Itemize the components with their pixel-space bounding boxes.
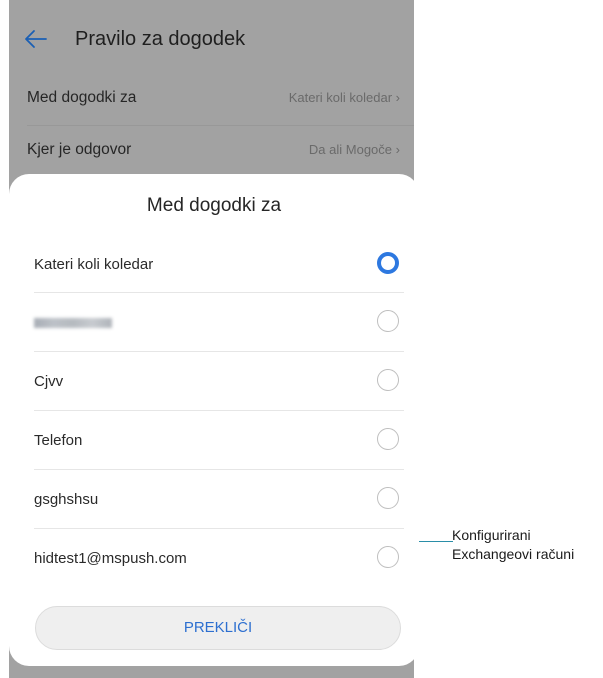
annotation-line-1: Konfigurirani: [452, 527, 531, 543]
option-label: hidtest1@mspush.com: [34, 550, 187, 567]
app-bar: Pravilo za dogodek: [9, 0, 414, 74]
back-arrow-icon[interactable]: [23, 26, 49, 52]
option-gsghshsu[interactable]: gsghshsu: [9, 470, 419, 528]
radio-selected-icon[interactable]: [377, 252, 399, 274]
setting-value: Da ali Mogoče ›: [308, 142, 400, 157]
calendar-select-dialog: Med dogodki za Kateri koli koledar Cjvv …: [9, 174, 419, 666]
chevron-right-icon: ›: [395, 142, 400, 157]
dialog-title: Med dogodki za: [146, 195, 282, 216]
setting-row-events-for[interactable]: Med dogodki za Kateri koli koledar ›: [9, 74, 414, 126]
option-label: Cjvv: [34, 373, 64, 390]
option-exchange-account[interactable]: hidtest1@mspush.com: [9, 529, 419, 587]
annotation-leader-line: [419, 541, 453, 542]
setting-value: Kateri koli koledar ›: [288, 90, 400, 105]
cancel-button-label: PREKLIČI: [183, 619, 253, 636]
blurred-account-name: [34, 318, 112, 328]
setting-row-response[interactable]: Kjer je odgovor Da ali Mogoče ›: [9, 126, 414, 178]
option-label: gsghshsu: [34, 491, 99, 508]
chevron-right-icon: ›: [395, 90, 400, 105]
option-label: Kateri koli koledar: [34, 256, 154, 273]
cancel-button[interactable]: PREKLIČI: [35, 606, 401, 650]
radio-icon[interactable]: [377, 487, 399, 509]
setting-label: Med dogodki za: [27, 89, 137, 106]
setting-label: Kjer je odgovor: [27, 141, 132, 158]
annotation-line-2: Exchangeovi računi: [452, 546, 575, 562]
radio-icon[interactable]: [377, 428, 399, 450]
radio-icon[interactable]: [377, 310, 399, 332]
option-label: Telefon: [34, 432, 83, 449]
radio-icon[interactable]: [377, 546, 399, 568]
option-cjvv[interactable]: Cjvv: [9, 352, 419, 410]
option-blurred-account[interactable]: [9, 293, 419, 351]
radio-icon[interactable]: [377, 369, 399, 391]
option-any-calendar[interactable]: Kateri koli koledar: [9, 235, 419, 293]
page-title: Pravilo za dogodek: [75, 28, 246, 50]
option-telefon[interactable]: Telefon: [9, 411, 419, 469]
annotation-callout: Konfigurirani Exchangeovi računi: [452, 526, 574, 564]
